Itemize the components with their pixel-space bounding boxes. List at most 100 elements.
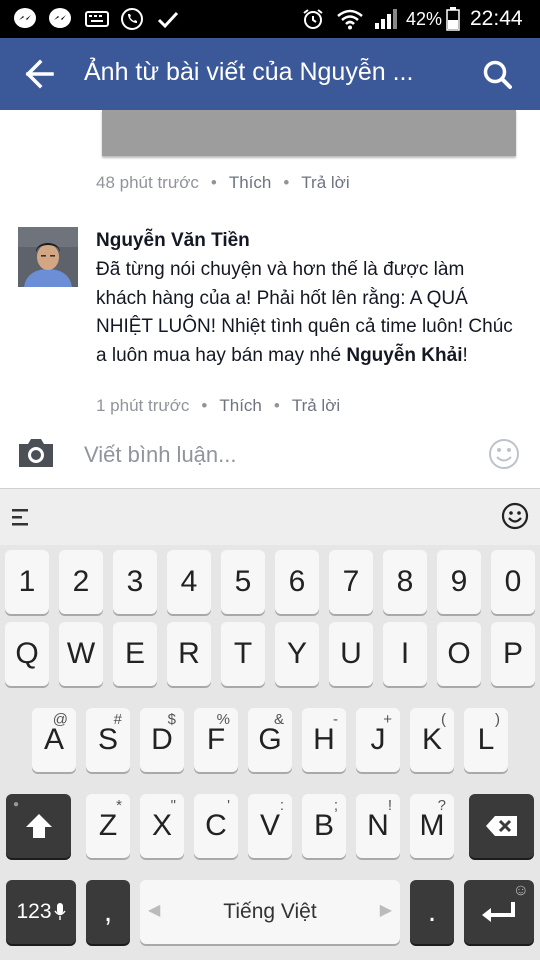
key-label: A bbox=[43, 723, 64, 756]
key-d[interactable]: $ D bbox=[140, 708, 184, 772]
keyboard-menu-icon[interactable] bbox=[10, 505, 34, 529]
key-t[interactable]: T bbox=[221, 622, 265, 686]
key-label: R bbox=[178, 637, 200, 670]
key-alt-label: ' bbox=[227, 797, 230, 814]
like-link[interactable]: Thích bbox=[219, 396, 262, 415]
key-5[interactable]: 5 bbox=[221, 550, 265, 614]
period-label: . bbox=[427, 895, 437, 928]
back-button[interactable] bbox=[18, 56, 58, 92]
key-alt-label: - bbox=[333, 711, 338, 728]
key-h[interactable]: -H bbox=[302, 708, 346, 772]
separator-dot: • bbox=[201, 396, 208, 415]
key-n[interactable]: ! N bbox=[356, 794, 400, 858]
key-l[interactable]: ) L bbox=[464, 708, 508, 772]
key-y[interactable]: Y bbox=[275, 622, 319, 686]
enter-icon bbox=[482, 902, 515, 922]
symbols-key[interactable]: 123 bbox=[6, 880, 76, 944]
like-link[interactable]: Thích bbox=[229, 173, 272, 192]
key-v[interactable]: :V bbox=[248, 794, 292, 858]
reply-link[interactable]: Trả lời bbox=[301, 173, 349, 192]
wifi-icon bbox=[336, 7, 364, 31]
key-alt-label: ? bbox=[437, 797, 446, 814]
shift-key[interactable]: ● bbox=[6, 794, 71, 858]
key-g[interactable]: & G bbox=[248, 708, 292, 772]
key-label: 6 bbox=[288, 565, 306, 598]
key-k[interactable]: (K bbox=[410, 708, 454, 772]
clock: 22:44 bbox=[470, 7, 523, 30]
key-label: H bbox=[313, 723, 335, 756]
reply-link[interactable]: Trả lời bbox=[292, 396, 340, 415]
key-label: N bbox=[367, 809, 389, 842]
smiley-hint-icon: ☺ bbox=[512, 882, 529, 899]
mentioned-user[interactable]: Nguyễn Khải bbox=[346, 345, 462, 366]
messenger-chat-icon bbox=[47, 7, 73, 31]
key-alt-label: & bbox=[273, 711, 284, 728]
key-s[interactable]: # S bbox=[86, 708, 130, 772]
key-label: I bbox=[400, 637, 410, 670]
key-3[interactable]: 3 bbox=[113, 550, 157, 614]
key-o[interactable]: O bbox=[437, 622, 481, 686]
camera-icon[interactable] bbox=[16, 436, 56, 470]
key-6[interactable]: 6 bbox=[275, 550, 319, 614]
key-b[interactable]: ; B bbox=[302, 794, 346, 858]
space-label: Tiếng Việt bbox=[223, 900, 317, 923]
key-label: 7 bbox=[342, 565, 360, 598]
enter-key[interactable]: ☺ bbox=[464, 880, 534, 944]
key-label: W bbox=[66, 637, 96, 670]
key-alt-label: ( bbox=[441, 711, 446, 728]
comment-author[interactable]: Nguyễn Văn Tiền bbox=[96, 230, 250, 252]
key-p[interactable]: P bbox=[491, 622, 535, 686]
period-key[interactable]: . bbox=[410, 880, 454, 944]
key-0[interactable]: 0 bbox=[491, 550, 535, 614]
key-x[interactable]: " X bbox=[140, 794, 184, 858]
symbols-label: 123 bbox=[16, 900, 52, 923]
sticker-icon[interactable] bbox=[488, 438, 520, 470]
key-8[interactable]: 8 bbox=[383, 550, 427, 614]
search-button[interactable] bbox=[478, 56, 518, 94]
key-e[interactable]: E bbox=[113, 622, 157, 686]
key-a[interactable]: @ A bbox=[32, 708, 76, 772]
key-2[interactable]: 2 bbox=[59, 550, 103, 614]
key-m[interactable]: ? M bbox=[410, 794, 454, 858]
key-r[interactable]: R bbox=[167, 622, 211, 686]
key-label: E bbox=[124, 637, 145, 670]
key-label: V bbox=[259, 809, 280, 842]
key-label: F bbox=[206, 723, 226, 756]
key-4[interactable]: 4 bbox=[167, 550, 211, 614]
key-alt-label: # bbox=[113, 711, 122, 728]
shift-indicator-dot: ● bbox=[13, 799, 20, 810]
key-label: X bbox=[151, 809, 172, 842]
alarm-icon bbox=[300, 7, 326, 31]
keyboard-icon bbox=[84, 7, 110, 31]
separator-dot: • bbox=[273, 396, 280, 415]
key-1[interactable]: 1 bbox=[5, 550, 49, 614]
comment-input[interactable]: Viết bình luận... bbox=[84, 442, 237, 468]
backspace-key[interactable] bbox=[469, 794, 534, 858]
backspace-icon bbox=[485, 816, 517, 836]
key-w[interactable]: W bbox=[59, 622, 103, 686]
comma-key[interactable]: , bbox=[86, 880, 130, 944]
key-alt-label: : bbox=[279, 797, 284, 814]
emoji-icon[interactable] bbox=[501, 502, 529, 530]
key-q[interactable]: Q bbox=[5, 622, 49, 686]
key-j[interactable]: + J bbox=[356, 708, 400, 772]
key-f[interactable]: % F bbox=[194, 708, 238, 772]
key-label: 5 bbox=[234, 565, 252, 598]
post-image[interactable] bbox=[102, 110, 516, 156]
key-i[interactable]: I bbox=[383, 622, 427, 686]
mic-icon bbox=[53, 903, 66, 920]
comma-label: , bbox=[103, 895, 113, 928]
key-label: 0 bbox=[504, 565, 522, 598]
back-arrow-icon bbox=[25, 59, 54, 89]
avatar[interactable] bbox=[18, 227, 78, 287]
key-label: Y bbox=[286, 637, 307, 670]
key-9[interactable]: 9 bbox=[437, 550, 481, 614]
key-label: M bbox=[419, 809, 445, 842]
key-c[interactable]: ' C bbox=[194, 794, 238, 858]
key-7[interactable]: 7 bbox=[329, 550, 373, 614]
key-alt-label: " bbox=[170, 797, 176, 814]
key-u[interactable]: U bbox=[329, 622, 373, 686]
space-key[interactable]: ◀ Tiếng Việt ▶ bbox=[140, 880, 400, 944]
key-label: 3 bbox=[126, 565, 144, 598]
key-z[interactable]: * Z bbox=[86, 794, 130, 858]
